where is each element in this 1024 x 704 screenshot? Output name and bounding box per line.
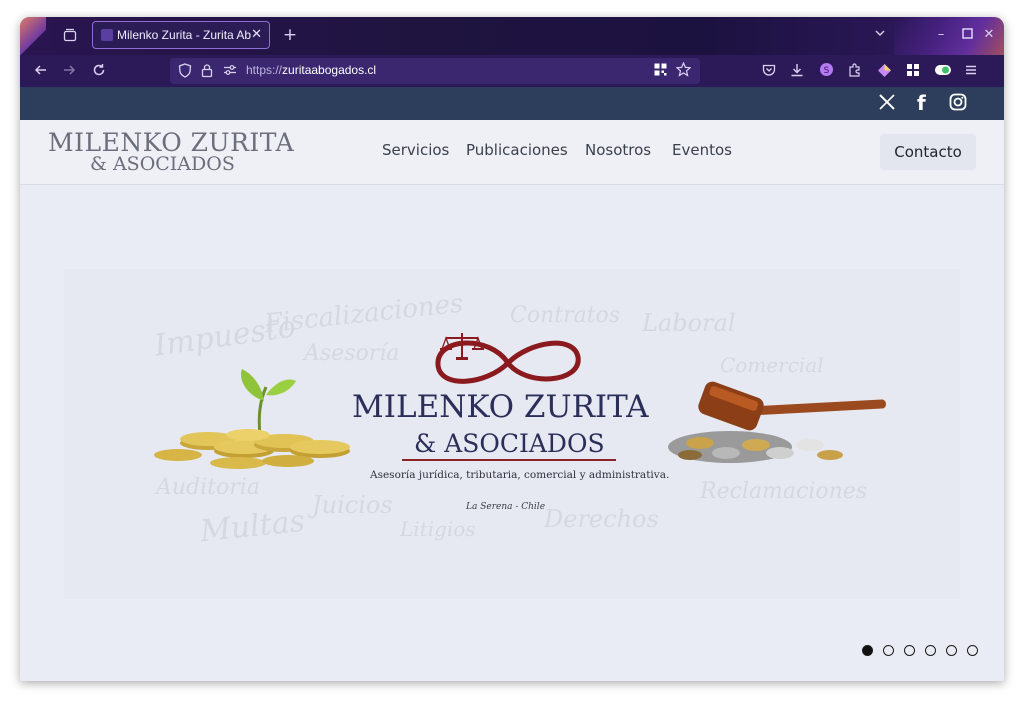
banner-background-word: Laboral [642, 309, 736, 337]
banner-location: La Serena - Chile [466, 502, 546, 512]
contact-button[interactable]: Contacto [880, 134, 976, 170]
tracking-shield-icon[interactable] [178, 63, 192, 83]
banner-title: MILENKO ZURITA [352, 389, 649, 425]
new-tab-icon[interactable]: + [282, 27, 298, 44]
forward-icon[interactable] [62, 63, 76, 82]
account-badge-icon[interactable]: S [819, 62, 834, 82]
nav-nosotros[interactable]: Nosotros [585, 141, 651, 159]
banner-background-word: Derechos [544, 505, 659, 533]
svg-text:S: S [824, 66, 830, 76]
close-tab-icon[interactable]: ✕ [251, 27, 262, 42]
carousel-dot-2[interactable] [883, 645, 894, 656]
minimize-icon[interactable]: – [934, 27, 948, 43]
coins-plant-illustration [154, 369, 350, 469]
banner-background-word: Auditoria [156, 475, 260, 500]
hero-banner-image: Impuesto Fiscalizaciones Asesoría Contra… [64, 269, 960, 599]
banner-background-word: Contratos [510, 303, 621, 328]
browser-window: Milenko Zurita - Zurita Ab ✕ + – ✕ https… [20, 17, 1004, 681]
active-tab[interactable]: Milenko Zurita - Zurita Ab ✕ [92, 21, 270, 49]
permissions-icon[interactable] [223, 63, 237, 82]
downloads-icon[interactable] [790, 63, 804, 82]
instagram-icon[interactable] [949, 93, 967, 116]
pocket-icon[interactable] [762, 63, 776, 82]
site-favicon-icon [101, 29, 113, 41]
facebook-icon[interactable]: f [917, 91, 926, 115]
tab-bar: Milenko Zurita - Zurita Ab ✕ + – ✕ [20, 17, 1004, 55]
url-host: zuritaabogados.cl [282, 63, 377, 77]
carousel-dot-4[interactable] [925, 645, 936, 656]
extension-toggle-icon[interactable] [934, 64, 952, 81]
bookmark-star-icon[interactable] [675, 61, 692, 82]
url-scheme: https:// [246, 63, 283, 77]
banner-background-word: Reclamaciones [700, 479, 868, 504]
qr-code-icon[interactable] [654, 63, 667, 81]
social-bar: f [20, 87, 1004, 120]
tab-list-chevron-icon[interactable] [872, 27, 888, 44]
banner-background-word: Juicios [312, 491, 393, 519]
tab-title: Milenko Zurita - Zurita Ab [117, 28, 251, 42]
back-icon[interactable] [34, 63, 48, 82]
site-logo-line2[interactable]: & ASOCIADOS [90, 153, 235, 175]
close-window-icon[interactable]: ✕ [982, 27, 996, 43]
x-twitter-icon[interactable] [878, 93, 896, 116]
banner-divider [402, 459, 616, 461]
carousel-dot-5[interactable] [946, 645, 957, 656]
menu-hamburger-icon[interactable] [964, 63, 978, 82]
nav-publicaciones[interactable]: Publicaciones [466, 141, 568, 159]
carousel-dot-1[interactable] [862, 645, 873, 656]
hero-carousel: Impuesto Fiscalizaciones Asesoría Contra… [20, 185, 1004, 681]
nav-eventos[interactable]: Eventos [672, 141, 732, 159]
banner-background-word: Multas [198, 503, 307, 550]
scales-infinity-logo [435, 333, 581, 384]
extension-grid-icon[interactable] [906, 63, 920, 82]
theme-decoration [20, 17, 46, 55]
extension-gem-icon[interactable] [877, 63, 892, 83]
nav-servicios[interactable]: Servicios [382, 141, 449, 159]
tab-overview-icon[interactable] [62, 28, 78, 44]
banner-title-line2: & ASOCIADOS [414, 429, 605, 458]
extensions-puzzle-icon[interactable] [848, 63, 862, 82]
maximize-icon[interactable] [960, 28, 974, 44]
carousel-dot-6[interactable] [967, 645, 978, 656]
site-header: MILENKO ZURITA & ASOCIADOS Servicios Pub… [20, 120, 1004, 185]
carousel-dot-3[interactable] [904, 645, 915, 656]
navigation-toolbar: https://zuritaabogados.cl S [20, 55, 1004, 87]
banner-background-word: Asesoría [304, 341, 400, 366]
banner-background-word: Litigios [400, 517, 476, 541]
lock-icon[interactable] [201, 63, 213, 83]
address-bar[interactable]: https://zuritaabogados.cl [170, 58, 700, 84]
gavel-coins-illustration [668, 381, 886, 463]
reload-icon[interactable] [92, 63, 106, 82]
banner-subtitle: Asesoría jurídica, tributaria, comercial… [370, 469, 670, 481]
url-text[interactable]: https://zuritaabogados.cl [246, 63, 376, 77]
